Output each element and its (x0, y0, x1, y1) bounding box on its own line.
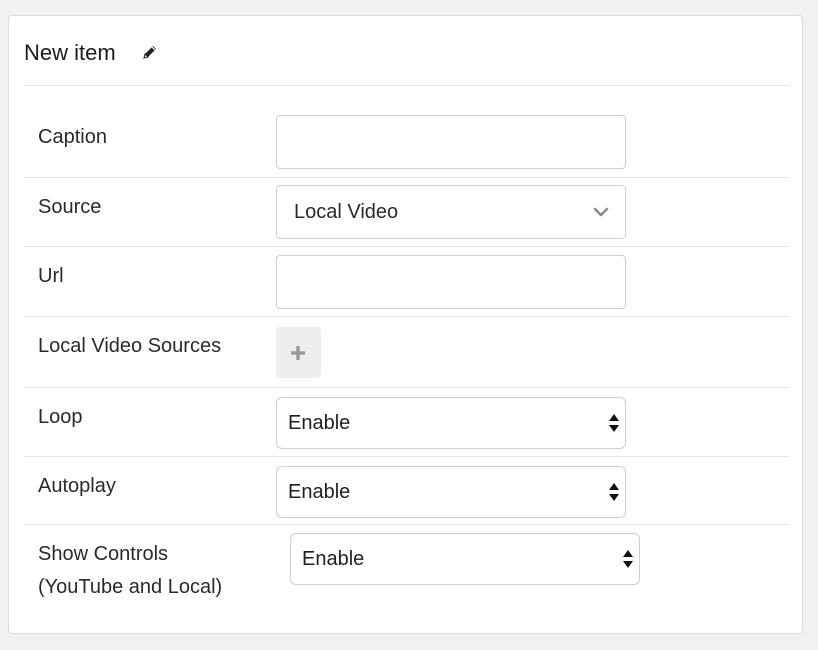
url-input[interactable] (276, 255, 626, 309)
new-item-panel: New item Caption Source Local Video Url … (8, 15, 803, 634)
show-controls-label: Show Controls (38, 543, 169, 565)
panel-header: New item (24, 16, 789, 86)
source-label: Source (38, 196, 102, 218)
loop-label: Loop (38, 406, 83, 428)
up-down-arrows-icon (608, 413, 620, 433)
show-controls-select-value: Enable (302, 548, 365, 570)
autoplay-select[interactable]: Enable (276, 466, 626, 518)
autoplay-row: Autoplay Enable (24, 457, 789, 525)
source-select-value: Local Video (294, 201, 399, 223)
show-controls-sublabel: (YouTube and Local) (38, 576, 223, 598)
local-video-sources-label: Local Video Sources (38, 335, 222, 357)
caption-input[interactable] (276, 115, 626, 169)
source-row: Source Local Video (24, 178, 789, 247)
show-controls-select[interactable]: Enable (290, 533, 640, 585)
url-row: Url (24, 247, 789, 317)
url-label: Url (38, 265, 64, 287)
pencil-icon[interactable] (142, 44, 158, 60)
up-down-arrows-icon (608, 482, 620, 502)
loop-row: Loop Enable (24, 388, 789, 457)
show-controls-row: Show Controls (YouTube and Local) Enable (24, 525, 789, 625)
local-video-sources-row: Local Video Sources (24, 317, 789, 388)
source-select[interactable]: Local Video (276, 185, 626, 239)
autoplay-select-value: Enable (288, 481, 351, 503)
autoplay-label: Autoplay (38, 475, 116, 497)
caption-label: Caption (38, 126, 107, 148)
panel-title: New item (24, 40, 116, 65)
caption-row: Caption (24, 108, 789, 178)
plus-icon (291, 346, 305, 360)
add-source-button[interactable] (276, 327, 321, 378)
loop-select[interactable]: Enable (276, 397, 626, 449)
chevron-down-icon (593, 205, 609, 217)
up-down-arrows-icon (622, 549, 634, 569)
loop-select-value: Enable (288, 412, 351, 434)
